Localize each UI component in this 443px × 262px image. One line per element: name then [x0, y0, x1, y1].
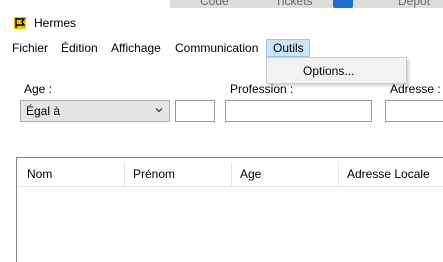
menu-communication[interactable]: Communication [169, 39, 264, 57]
profession-label: Profession : [230, 82, 294, 96]
column-header-prenom[interactable]: Prénom [125, 162, 232, 186]
menu-affichage[interactable]: Affichage [105, 39, 167, 57]
window-title: Hermes [34, 16, 77, 30]
address-label: Adresse : [390, 82, 441, 96]
header-divider [17, 186, 443, 187]
menu-item-options[interactable]: Options... [303, 64, 354, 78]
address-input[interactable] [385, 100, 443, 122]
age-value-input[interactable] [175, 100, 215, 122]
column-header-nom[interactable]: Nom [19, 162, 125, 186]
profession-input[interactable] [225, 100, 372, 122]
age-operator-value: Égal à [26, 104, 61, 118]
results-table[interactable]: Nom Prénom Age Adresse Locale [16, 157, 443, 262]
bg-item-tickets: Tickets [275, 0, 313, 8]
column-header-adresse-locale[interactable]: Adresse Locale [339, 162, 443, 186]
title-bar[interactable]: Hermes [0, 8, 443, 38]
age-operator-select[interactable]: Égal à [20, 100, 170, 122]
menu-outils[interactable]: Outils [266, 39, 310, 57]
menu-edition[interactable]: Édition [55, 39, 104, 57]
bg-item-depot: Dépôt [398, 0, 431, 8]
age-label: Age : [24, 82, 53, 96]
outils-dropdown-menu: Options... [266, 57, 407, 84]
bg-item-code: Code [200, 0, 229, 8]
column-header-age[interactable]: Age [232, 162, 339, 186]
background-window-strip: Code Tickets Dépôt [170, 0, 443, 8]
menu-fichier[interactable]: Fichier [6, 39, 54, 57]
chevron-down-icon [155, 108, 163, 113]
hermes-flag-icon [14, 17, 26, 29]
menu-bar: Fichier Édition Affichage Communication … [0, 38, 443, 58]
bg-badge [333, 0, 353, 8]
